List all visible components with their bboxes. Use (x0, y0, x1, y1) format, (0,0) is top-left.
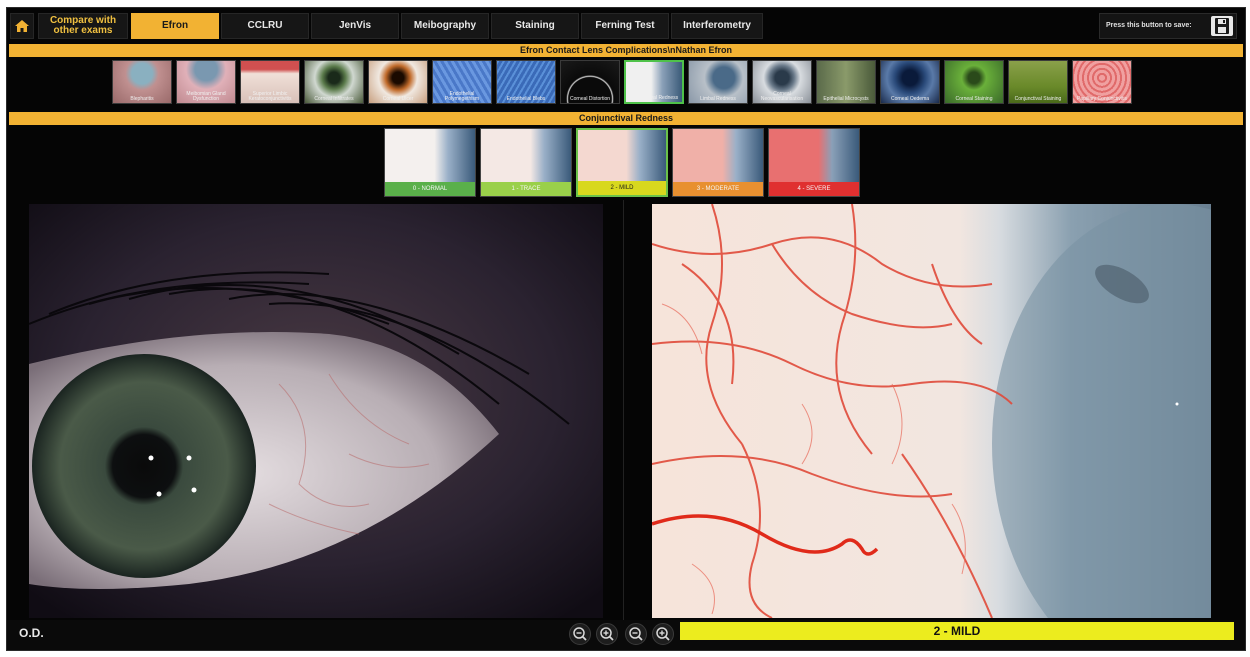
tab-label: JenVis (338, 20, 372, 31)
bottom-toolbar: O.D. 2 - MILD (7, 620, 1245, 650)
zoom-in-icon (600, 627, 614, 641)
grade-3-moderate[interactable]: 3 - MODERATE (672, 128, 764, 197)
thumb-label: Conjunctival Staining (1014, 96, 1062, 102)
tab-ferning-test[interactable]: Ferning Test (581, 13, 669, 39)
thumb-label: Endothelial Blebs (506, 96, 546, 102)
thumb-label: Papillary Conjunctivitis (1076, 96, 1128, 102)
grade-label: 4 - SEVERE (769, 182, 859, 196)
grade-4-severe[interactable]: 4 - SEVERE (768, 128, 860, 197)
thumb-label: Corneal Distortion (569, 96, 611, 102)
tab-interferometry[interactable]: Interferometry (671, 13, 763, 39)
tab-label: Efron (161, 20, 189, 31)
tab-efron[interactable]: Efron (131, 13, 219, 39)
floppy-disk-icon (1215, 18, 1229, 34)
zoom-out-icon (573, 627, 587, 641)
thumb-label: Corneal Ulcer (382, 96, 414, 102)
thumb-label: Corneal Oedema (890, 96, 930, 102)
reference-grade-image[interactable] (652, 204, 1211, 618)
thumb-label: Corneal Staining (955, 96, 993, 102)
save-panel: Press this button to save: (1099, 13, 1237, 39)
grade-label: 3 - MODERATE (673, 182, 763, 196)
thumb-label: Conjunctival Redness (629, 95, 679, 101)
zoom-in-right-button[interactable] (652, 623, 674, 645)
save-button[interactable] (1211, 16, 1233, 36)
top-navigation: Compare with other exams Efron CCLRU Jen… (7, 8, 1245, 44)
complications-strip: Blepharitis Meibomian Gland Dysfunction … (112, 60, 1137, 106)
zoom-in-left-button[interactable] (596, 623, 618, 645)
thumb-corneal-distortion[interactable]: Corneal Distortion (560, 60, 620, 104)
panel-divider (623, 200, 624, 620)
compare-exams-label: Compare with other exams (49, 15, 117, 36)
thumb-blepharitis[interactable]: Blepharitis (112, 60, 172, 104)
tab-cclru[interactable]: CCLRU (221, 13, 309, 39)
thumb-label: Limbal Redness (700, 96, 736, 102)
thumb-label: Superior Limbic Keratoconjunctivitis (248, 91, 292, 102)
grade-label: 2 - MILD (578, 181, 666, 195)
thumb-meibomian-gland-dysfunction[interactable]: Meibomian Gland Dysfunction (176, 60, 236, 104)
home-icon (15, 20, 29, 32)
thumb-limbal-redness[interactable]: Limbal Redness (688, 60, 748, 104)
thumb-papillary-conjunctivitis[interactable]: Papillary Conjunctivitis (1072, 60, 1132, 104)
thumb-epithelial-microcysts[interactable]: Epithelial Microcysts (816, 60, 876, 104)
thumb-label: Epithelial Microcysts (823, 96, 869, 102)
grade-strip: 0 - NORMAL 1 - TRACE 2 - MILD 3 - MODERA… (384, 128, 864, 198)
thumb-corneal-neovascularisation[interactable]: Corneal Neovascularisation (752, 60, 812, 104)
tab-label: CCLRU (247, 20, 283, 31)
compare-exams-button[interactable]: Compare with other exams (38, 13, 128, 39)
thumb-label: Corneal Neovascularisation (760, 91, 804, 102)
grade-0-normal[interactable]: 0 - NORMAL (384, 128, 476, 197)
thumb-label: Endothelial Polymegethism (444, 91, 480, 102)
thumb-corneal-oedema[interactable]: Corneal Oedema (880, 60, 940, 104)
zoom-out-left-button[interactable] (569, 623, 591, 645)
app-window: Compare with other exams Efron CCLRU Jen… (6, 7, 1246, 651)
zoom-out-right-button[interactable] (625, 623, 647, 645)
grade-label: 1 - TRACE (481, 182, 571, 196)
zoom-in-icon (656, 627, 670, 641)
patient-eye-image[interactable] (29, 204, 603, 618)
grade-2-mild[interactable]: 2 - MILD (576, 128, 668, 197)
reference-redness-photo (652, 204, 1211, 618)
thumb-corneal-infiltrates[interactable]: Corneal Infiltrates (304, 60, 364, 104)
tab-staining[interactable]: Staining (491, 13, 579, 39)
thumb-corneal-ulcer[interactable]: Corneal Ulcer (368, 60, 428, 104)
tab-label: Interferometry (683, 20, 751, 31)
thumb-corneal-staining[interactable]: Corneal Staining (944, 60, 1004, 104)
thumb-label: Meibomian Gland Dysfunction (186, 91, 226, 102)
thumb-conjunctival-redness[interactable]: Conjunctival Redness (624, 60, 684, 104)
selected-grade-display: 2 - MILD (680, 622, 1234, 640)
tab-label: Meibography (413, 20, 477, 31)
patient-eye-photo (29, 204, 603, 618)
thumb-label: Corneal Infiltrates (314, 96, 354, 102)
grade-label: 0 - NORMAL (385, 182, 475, 196)
home-button[interactable] (10, 13, 34, 39)
redness-header: Conjunctival Redness (9, 112, 1243, 125)
grade-1-trace[interactable]: 1 - TRACE (480, 128, 572, 197)
tab-label: Ferning Test (595, 20, 655, 31)
thumb-endothelial-polymegethism[interactable]: Endothelial Polymegethism (432, 60, 492, 104)
thumb-superior-limbic-keratoconjunctivitis[interactable]: Superior Limbic Keratoconjunctivitis (240, 60, 300, 104)
thumb-endothelial-blebs[interactable]: Endothelial Blebs (496, 60, 556, 104)
thumb-label: Blepharitis (130, 96, 154, 102)
tab-jenvis[interactable]: JenVis (311, 13, 399, 39)
complications-header: Efron Contact Lens Complications\nNathan… (9, 44, 1243, 57)
save-prompt: Press this button to save: (1106, 22, 1192, 29)
tab-label: Staining (515, 20, 555, 31)
tab-meibography[interactable]: Meibography (401, 13, 489, 39)
zoom-out-icon (629, 627, 643, 641)
eye-side-label: O.D. (19, 626, 44, 640)
thumb-conjunctival-staining[interactable]: Conjunctival Staining (1008, 60, 1068, 104)
